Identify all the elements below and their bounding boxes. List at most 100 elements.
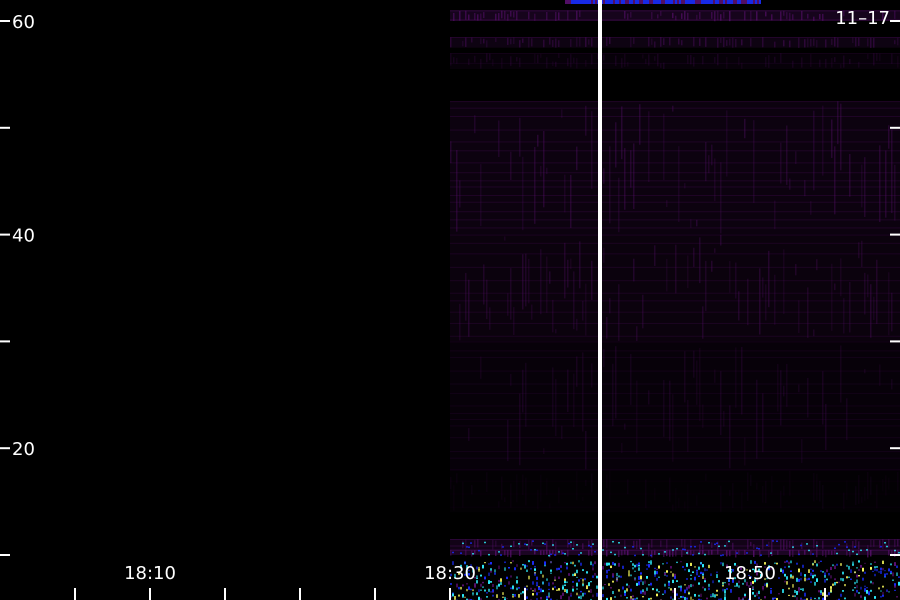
energy-speck (606, 562, 608, 566)
intensity-streak (699, 38, 701, 46)
energy-speck (618, 589, 620, 592)
energy-speck (709, 0, 711, 4)
energy-speck (632, 563, 634, 566)
energy-speck (828, 573, 830, 576)
intensity-streak (468, 279, 470, 337)
intensity-streak (576, 356, 578, 387)
intensity-streak (732, 37, 734, 48)
intensity-streak (663, 38, 665, 46)
energy-speck (680, 596, 682, 598)
energy-speck (882, 591, 884, 595)
intensity-streak (624, 53, 626, 67)
energy-speck (650, 582, 652, 586)
energy-speck (848, 565, 850, 570)
intensity-streak (702, 544, 704, 550)
energy-speck (478, 589, 480, 593)
energy-speck (623, 0, 625, 4)
energy-speck (566, 581, 568, 583)
energy-speck (562, 552, 564, 554)
energy-speck (894, 585, 896, 588)
energy-speck (650, 561, 652, 565)
intensity-streak (876, 259, 878, 324)
intensity-streak (810, 201, 812, 215)
energy-speck (730, 589, 732, 593)
energy-speck (632, 546, 634, 548)
energy-speck (602, 566, 604, 570)
energy-speck (589, 0, 591, 4)
intensity-streak (537, 489, 539, 510)
energy-speck (675, 0, 677, 4)
intensity-streak (579, 37, 581, 47)
intensity-streak (465, 272, 467, 321)
energy-speck (593, 0, 595, 4)
energy-speck (737, 0, 739, 4)
energy-speck (822, 592, 824, 596)
intensity-streak (789, 40, 791, 48)
intensity-streak (510, 483, 512, 508)
energy-speck (492, 594, 494, 597)
intensity-streak (516, 57, 518, 62)
energy-speck (856, 553, 858, 556)
energy-speck (688, 569, 690, 573)
energy-speck (850, 578, 852, 580)
energy-speck (804, 574, 806, 577)
intensity-streak (765, 481, 767, 504)
energy-speck (575, 0, 577, 4)
intensity-streak (765, 284, 767, 321)
intensity-streak (528, 539, 530, 550)
energy-speck (690, 596, 692, 600)
energy-speck (576, 569, 578, 574)
energy-speck (576, 544, 578, 546)
energy-speck (812, 563, 814, 566)
energy-speck (646, 568, 648, 570)
intensity-streak (651, 12, 653, 20)
energy-speck (812, 569, 814, 572)
energy-speck (578, 560, 580, 563)
intensity-streak (816, 550, 818, 558)
energy-speck (536, 549, 538, 551)
energy-speck (860, 549, 862, 552)
energy-speck (886, 589, 888, 592)
intensity-streak (555, 329, 557, 334)
intensity-streak (831, 119, 833, 158)
energy-speck (682, 566, 684, 568)
energy-speck (682, 595, 684, 599)
intensity-streak (867, 54, 869, 60)
intensity-streak (534, 550, 536, 555)
energy-speck (530, 567, 532, 570)
intensity-streak (867, 550, 869, 558)
intensity-streak (507, 550, 509, 557)
intensity-streak (684, 10, 686, 20)
intensity-streak (714, 248, 716, 253)
energy-speck (836, 552, 838, 555)
energy-speck (480, 574, 482, 577)
energy-speck (498, 565, 500, 570)
intensity-streak (801, 439, 803, 463)
intensity-line (450, 549, 900, 551)
intensity-streak (876, 53, 878, 61)
intensity-streak (483, 12, 485, 19)
energy-speck (656, 588, 658, 592)
energy-speck (882, 560, 884, 565)
energy-speck (788, 561, 790, 565)
energy-speck (538, 591, 540, 594)
intensity-streak (450, 550, 452, 556)
energy-speck (573, 0, 575, 4)
energy-speck (684, 589, 686, 594)
energy-speck (670, 588, 672, 591)
energy-speck (488, 572, 490, 576)
energy-speck (864, 562, 866, 564)
energy-speck (578, 579, 580, 582)
energy-speck (596, 592, 598, 597)
intensity-streak (591, 473, 593, 493)
time-marker-line (598, 0, 602, 600)
energy-speck (834, 582, 836, 586)
energy-speck (800, 597, 802, 599)
energy-speck (484, 541, 486, 544)
energy-speck (812, 553, 814, 555)
intensity-streak (666, 258, 668, 292)
intensity-streak (627, 62, 629, 67)
energy-speck (532, 590, 534, 592)
energy-speck (695, 0, 697, 4)
energy-speck (454, 596, 456, 600)
